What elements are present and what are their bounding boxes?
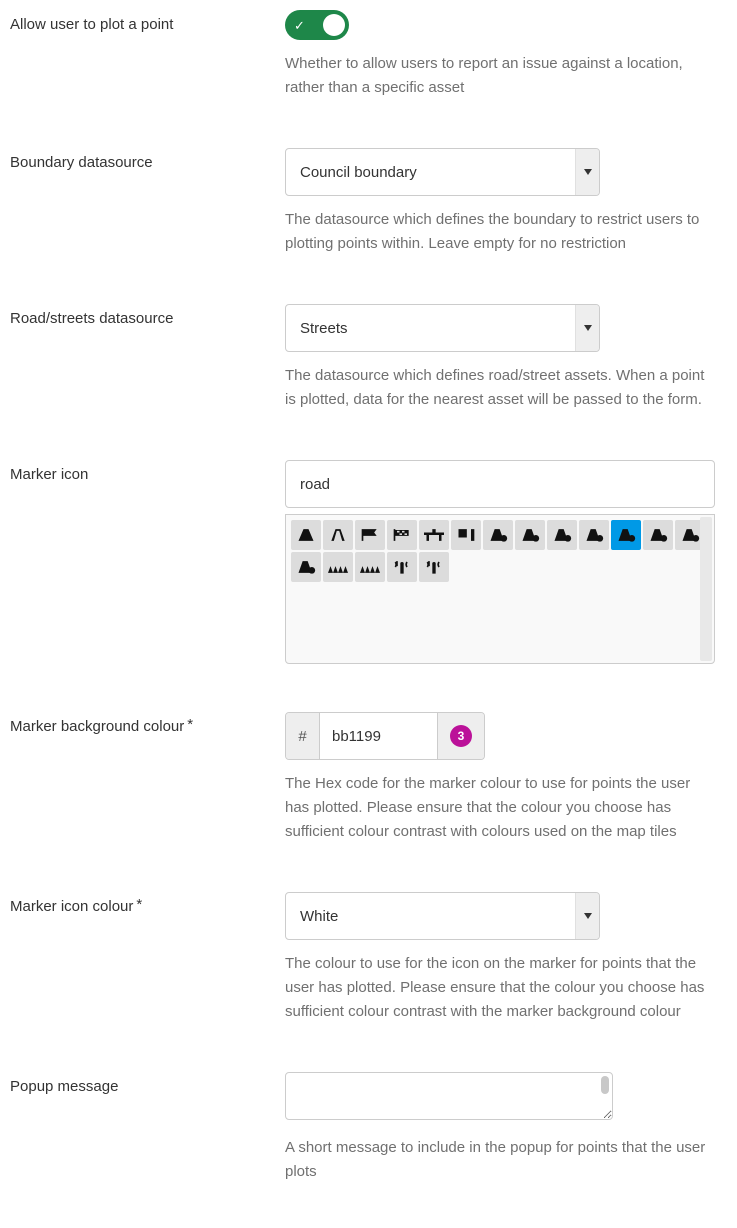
road-teeth-a-icon[interactable] xyxy=(323,552,353,582)
road-sign-icon[interactable] xyxy=(451,520,481,550)
allow-plot-toggle[interactable]: ✓ xyxy=(285,10,349,40)
toggle-knob xyxy=(323,14,345,36)
road-antenna-a-icon[interactable] xyxy=(387,552,417,582)
road-variant-selected-icon[interactable] xyxy=(611,520,641,550)
check-icon: ✓ xyxy=(294,19,305,32)
marker-bg-hex-input[interactable] xyxy=(320,713,438,759)
road-variant-d-icon[interactable] xyxy=(579,520,609,550)
marker-bg-colour-group: # 3 xyxy=(285,712,485,760)
boundary-select[interactable]: Council boundary xyxy=(285,148,600,196)
chevron-down-icon xyxy=(575,305,599,351)
hash-prefix: # xyxy=(286,713,320,759)
marker-icon-colour-select[interactable]: White xyxy=(285,892,600,940)
scrollbar[interactable] xyxy=(700,517,712,661)
marker-icon-search-input[interactable] xyxy=(285,460,715,508)
popup-message-help: A short message to include in the popup … xyxy=(285,1136,715,1184)
chevron-down-icon xyxy=(575,893,599,939)
road-lock-icon[interactable] xyxy=(291,552,321,582)
allow-plot-label: Allow user to plot a point xyxy=(10,10,285,33)
flag-a-icon[interactable] xyxy=(355,520,385,550)
marker-bg-label: Marker background colour* xyxy=(10,712,285,735)
popup-message-label: Popup message xyxy=(10,1072,285,1095)
row-allow-plot: Allow user to plot a point ✓ Whether to … xyxy=(10,10,727,100)
road-variant-c-icon[interactable] xyxy=(547,520,577,550)
roads-select[interactable]: Streets xyxy=(285,304,600,352)
required-asterisk: * xyxy=(187,716,193,733)
row-marker-icon: Marker icon xyxy=(10,460,727,664)
road-solid-icon[interactable] xyxy=(291,520,321,550)
flag-b-icon[interactable] xyxy=(387,520,417,550)
chevron-down-icon xyxy=(575,149,599,195)
marker-icon-colour-label: Marker icon colour* xyxy=(10,892,285,915)
row-marker-icon-colour: Marker icon colour* White The colour to … xyxy=(10,892,727,1024)
icon-picker-panel xyxy=(285,514,715,664)
boundary-help: The datasource which defines the boundar… xyxy=(285,208,715,256)
road-variant-e-icon[interactable] xyxy=(643,520,673,550)
row-popup-message: Popup message A short message to include… xyxy=(10,1072,727,1184)
marker-icon-colour-value: White xyxy=(286,893,575,939)
road-bridge-icon[interactable] xyxy=(419,520,449,550)
row-marker-bg-colour: Marker background colour* # 3 The Hex co… xyxy=(10,712,727,844)
required-asterisk: * xyxy=(136,896,142,913)
boundary-label: Boundary datasource xyxy=(10,148,285,171)
marker-icon-colour-help: The colour to use for the icon on the ma… xyxy=(285,952,715,1024)
road-antenna-b-icon[interactable] xyxy=(419,552,449,582)
colour-swatch-box[interactable]: 3 xyxy=(438,713,484,759)
road-teeth-b-icon[interactable] xyxy=(355,552,385,582)
colour-swatch: 3 xyxy=(450,725,472,747)
roads-select-value: Streets xyxy=(286,305,575,351)
roads-help: The datasource which defines road/street… xyxy=(285,364,715,412)
marker-icon-label: Marker icon xyxy=(10,460,285,483)
marker-bg-help: The Hex code for the marker colour to us… xyxy=(285,772,715,844)
road-outline-icon[interactable] xyxy=(323,520,353,550)
road-variant-a-icon[interactable] xyxy=(483,520,513,550)
popup-message-textarea[interactable] xyxy=(285,1072,613,1120)
row-boundary-datasource: Boundary datasource Council boundary The… xyxy=(10,148,727,256)
roads-label: Road/streets datasource xyxy=(10,304,285,327)
row-roads-datasource: Road/streets datasource Streets The data… xyxy=(10,304,727,412)
allow-plot-help: Whether to allow users to report an issu… xyxy=(285,52,715,100)
road-variant-b-icon[interactable] xyxy=(515,520,545,550)
boundary-select-value: Council boundary xyxy=(286,149,575,195)
